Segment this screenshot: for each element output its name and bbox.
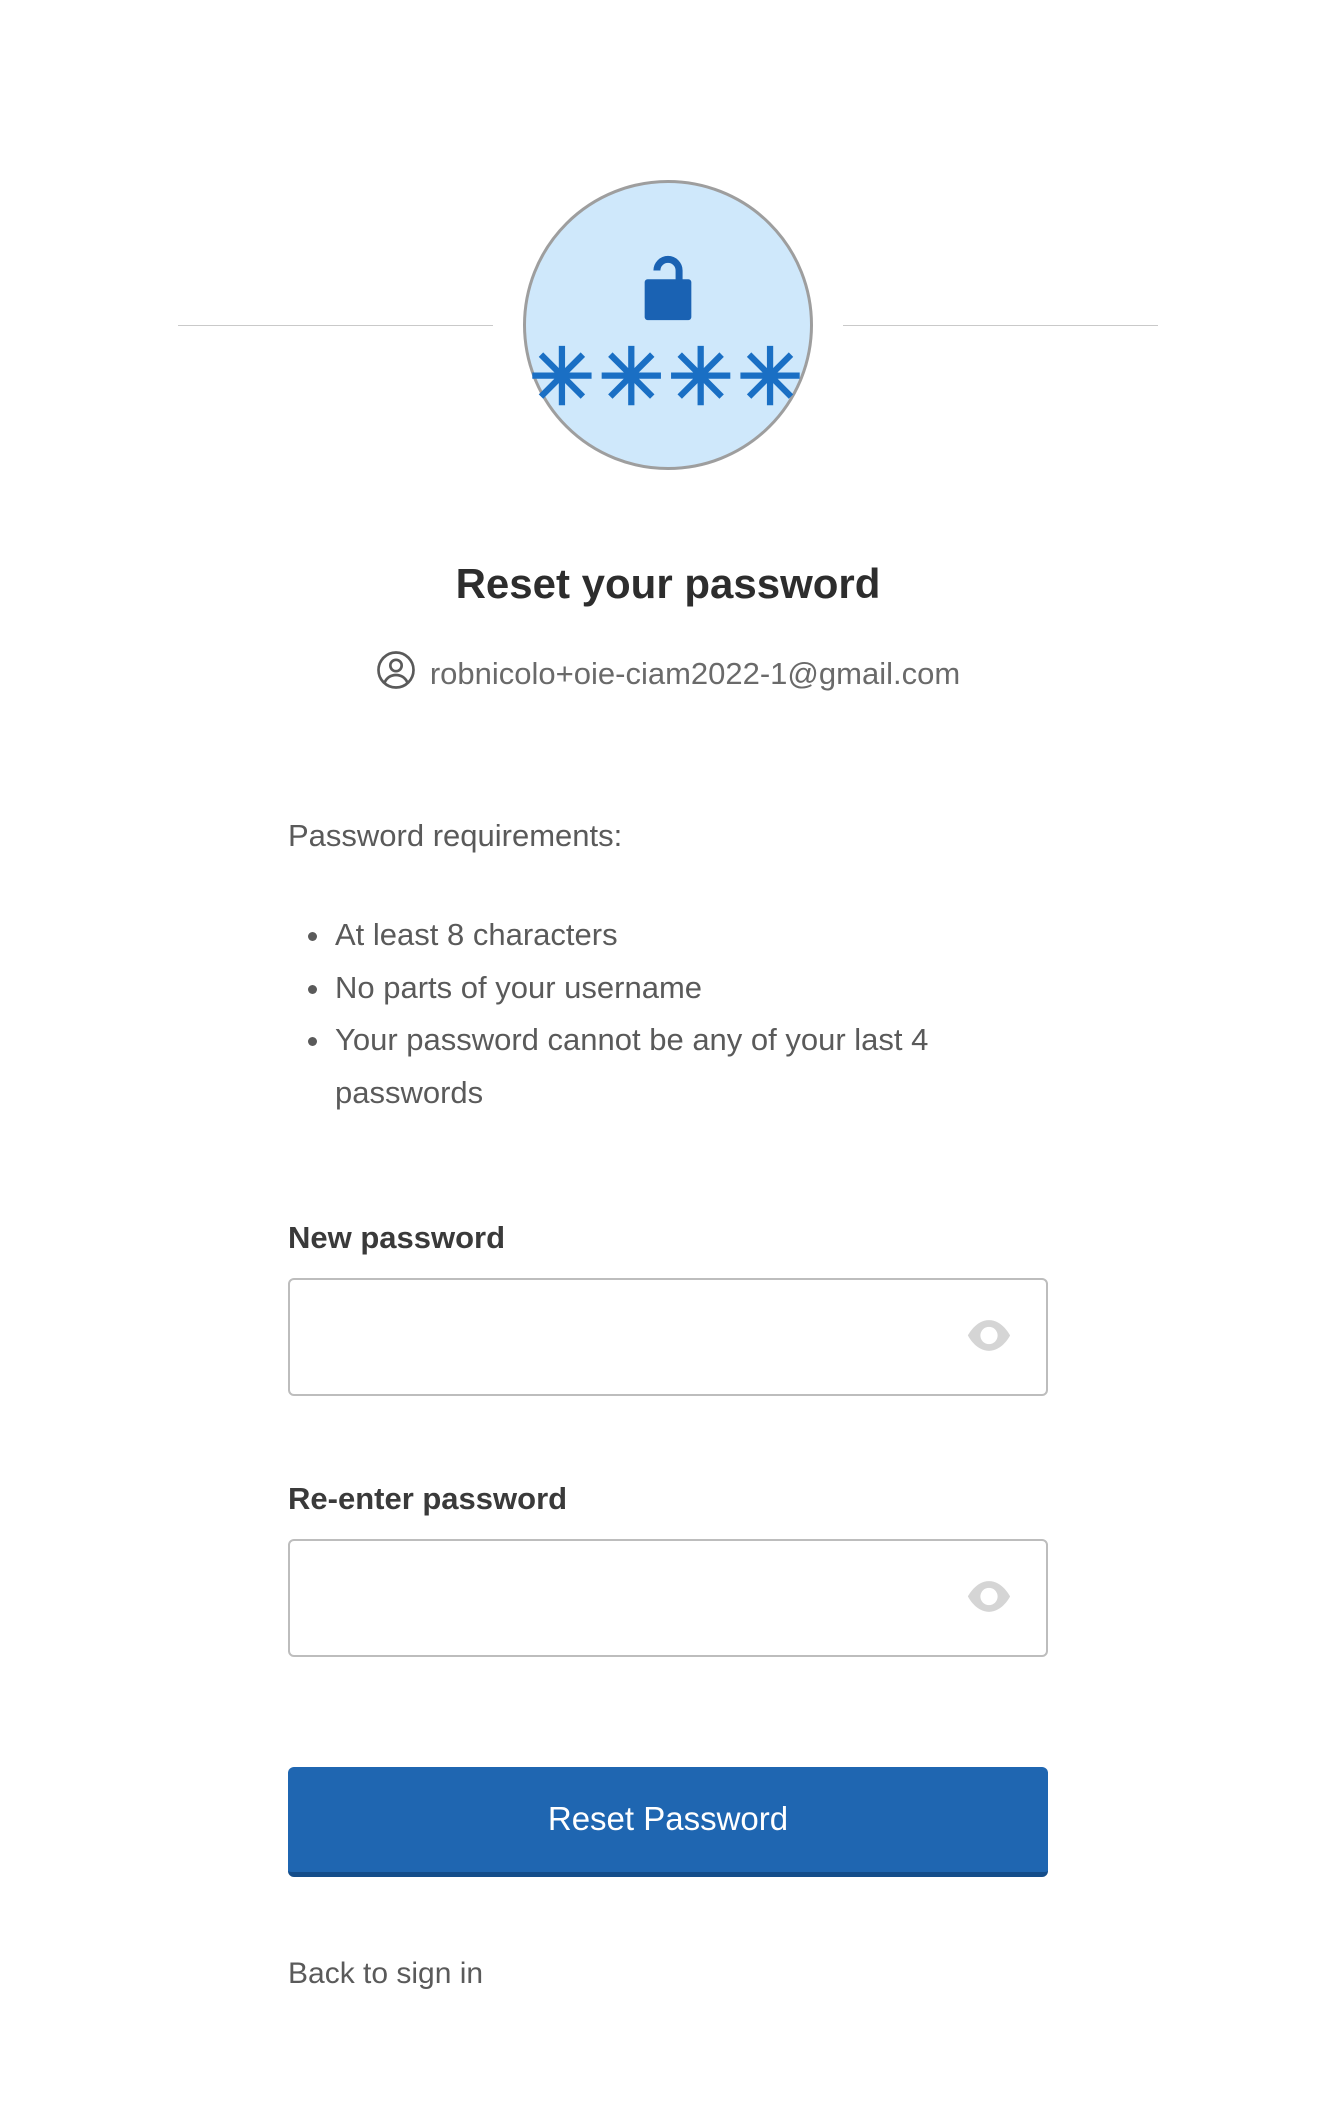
- password-requirement-item: No parts of your username: [333, 962, 1048, 1015]
- password-requirement-item: At least 8 characters: [333, 909, 1048, 962]
- password-requirement-item: Your password cannot be any of your last…: [333, 1014, 1048, 1119]
- password-reset-avatar: ✳✳✳✳: [523, 180, 813, 470]
- user-email: robnicolo+oie-ciam2022-1@gmail.com: [430, 656, 960, 692]
- divider-right: [843, 325, 1158, 326]
- new-password-input-wrap: [288, 1278, 1048, 1396]
- form-content: Password requirements: At least 8 charac…: [188, 818, 1148, 1991]
- password-requirements-list: At least 8 characters No parts of your u…: [288, 909, 1048, 1120]
- password-requirements-label: Password requirements:: [288, 818, 1048, 854]
- confirm-password-input-wrap: [288, 1539, 1048, 1657]
- user-icon: [376, 650, 416, 698]
- toggle-password-visibility-button[interactable]: [958, 1311, 1020, 1362]
- eye-icon: [966, 1339, 1012, 1354]
- reset-password-card: ✳✳✳✳ Reset your password robnicolo+oie-c…: [178, 180, 1158, 1991]
- unlock-icon: [633, 249, 703, 332]
- confirm-password-label: Re-enter password: [288, 1481, 1048, 1517]
- page-title: Reset your password: [178, 560, 1158, 608]
- confirm-password-input[interactable]: [288, 1539, 1048, 1657]
- eye-icon: [966, 1600, 1012, 1615]
- divider-left: [178, 325, 493, 326]
- reset-password-button[interactable]: Reset Password: [288, 1767, 1048, 1877]
- new-password-input[interactable]: [288, 1278, 1048, 1396]
- asterisks-icon: ✳✳✳✳: [529, 354, 806, 401]
- new-password-label: New password: [288, 1220, 1048, 1256]
- back-to-sign-in-link[interactable]: Back to sign in: [288, 1957, 483, 1991]
- header-avatar-row: ✳✳✳✳: [178, 180, 1158, 470]
- user-email-row: robnicolo+oie-ciam2022-1@gmail.com: [178, 650, 1158, 698]
- toggle-confirm-visibility-button[interactable]: [958, 1572, 1020, 1623]
